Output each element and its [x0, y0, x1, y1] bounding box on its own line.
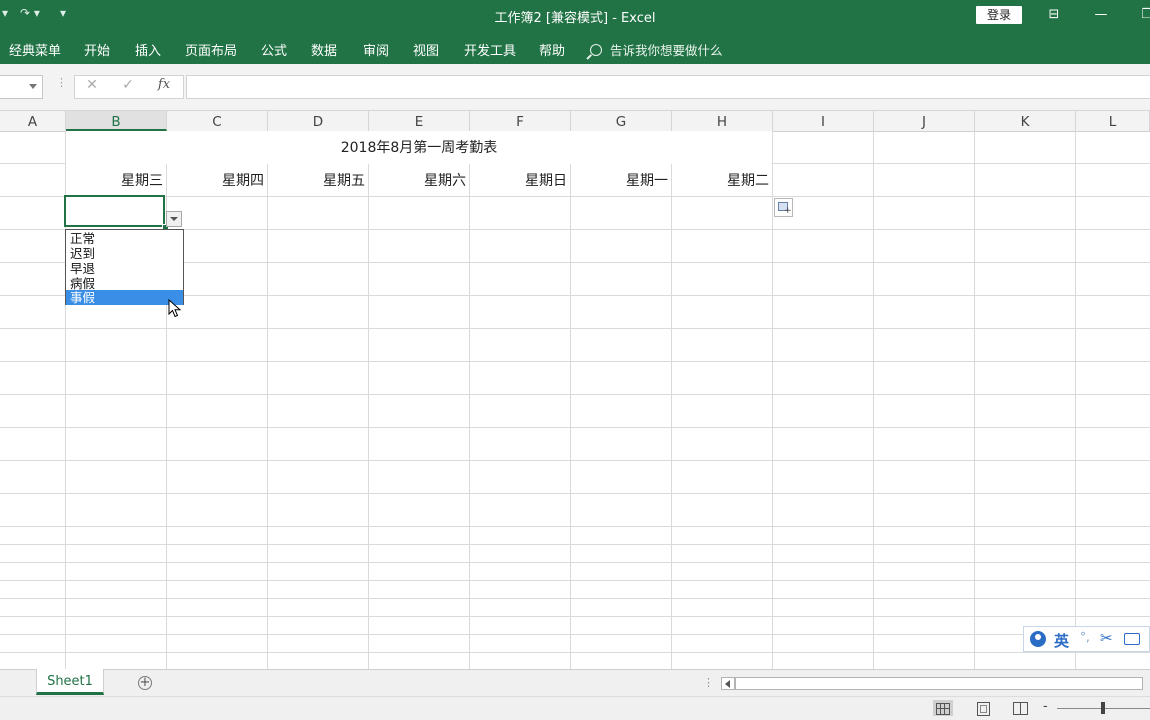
zoom-slider-thumb[interactable]	[1101, 702, 1105, 714]
normal-view-icon[interactable]	[933, 700, 953, 716]
name-box-dropdown-icon[interactable]	[29, 84, 37, 89]
day-cell[interactable]: 星期三	[66, 164, 166, 196]
day-cell[interactable]: 星期五	[268, 164, 368, 196]
day-cell[interactable]: 星期二	[672, 164, 772, 196]
column-header-j[interactable]: J	[874, 111, 975, 131]
ribbon-tabs: 经典菜单 开始 插入 页面布局 公式 数据 审阅 视图 开发工具 帮助 告诉我你…	[0, 32, 1150, 64]
keyboard-icon[interactable]	[1124, 633, 1140, 645]
search-icon	[590, 44, 602, 56]
minimize-icon[interactable]: —	[1086, 4, 1116, 26]
restore-icon[interactable]: ❐	[1132, 4, 1150, 26]
column-header-k[interactable]: K	[975, 111, 1076, 131]
column-header-h[interactable]: H	[672, 111, 773, 131]
dropdown-option[interactable]: 早退	[66, 261, 183, 276]
column-header-f[interactable]: F	[470, 111, 571, 131]
page-break-preview-icon[interactable]	[1010, 700, 1030, 716]
tell-me-search[interactable]: 告诉我你想要做什么	[590, 40, 723, 59]
column-header-c[interactable]: C	[167, 111, 268, 131]
insert-function-icon[interactable]: fx	[149, 77, 179, 92]
ribbon-display-options-icon[interactable]: ⊟	[1039, 4, 1069, 26]
title-bar: ▾ ↷ ▾ ▾ 工作簿2 [兼容模式] - Excel 登录 ⊟ — ❐	[0, 0, 1150, 32]
worksheet-grid[interactable]: 2018年8月第一周考勤表 星期三 星期四 星期五 星期六 星期日 星期一 星期…	[0, 131, 1150, 669]
horizontal-scrollbar[interactable]	[735, 677, 1143, 690]
validation-dropdown-button[interactable]	[166, 211, 182, 227]
cancel-icon[interactable]: ✕	[77, 77, 107, 93]
column-headers: A B C D E F G H I J K L	[0, 111, 1150, 132]
formula-bar-grip[interactable]: ⋮	[56, 77, 67, 94]
mouse-pointer-icon	[168, 299, 182, 318]
zoom-out-button[interactable]: -	[1043, 699, 1048, 714]
status-bar: -	[0, 696, 1150, 720]
dropdown-option[interactable]: 病假	[66, 276, 183, 291]
tab-help[interactable]: 帮助	[539, 40, 565, 59]
ime-punctuation-icon[interactable]: °,	[1080, 630, 1090, 644]
column-header-l[interactable]: L	[1076, 111, 1150, 131]
tab-review[interactable]: 审阅	[363, 40, 389, 59]
ime-toolbar: 英 °, ✂	[1023, 626, 1150, 652]
dropdown-option-highlighted[interactable]: 事假	[66, 290, 183, 305]
formula-buttons: ✕ ✓ fx	[74, 75, 184, 99]
column-header-i[interactable]: I	[773, 111, 874, 131]
tell-me-label: 告诉我你想要做什么	[610, 43, 723, 58]
column-header-g[interactable]: G	[571, 111, 672, 131]
dropdown-option[interactable]: 正常	[66, 231, 183, 246]
scroll-left-button[interactable]	[721, 677, 735, 690]
column-header-e[interactable]: E	[369, 111, 470, 131]
day-cell[interactable]: 星期一	[571, 164, 671, 196]
day-cell[interactable]: 星期六	[369, 164, 469, 196]
scissors-icon[interactable]: ✂	[1100, 629, 1113, 647]
tab-developer[interactable]: 开发工具	[464, 40, 516, 59]
active-cell[interactable]	[64, 195, 165, 227]
dropdown-option[interactable]: 迟到	[66, 246, 183, 261]
day-cell[interactable]: 星期日	[470, 164, 570, 196]
tab-page-layout[interactable]: 页面布局	[185, 40, 237, 59]
tab-classic-menu[interactable]: 经典菜单	[9, 40, 61, 59]
validation-dropdown-list: 正常 迟到 早退 病假 事假	[65, 229, 184, 305]
name-box[interactable]	[0, 75, 43, 99]
enter-icon[interactable]: ✓	[113, 77, 143, 93]
tab-split-handle[interactable]: ⋮	[703, 676, 714, 689]
sheet-title: 2018年8月第一周考勤表	[340, 140, 498, 156]
formula-bar-area: ⋮ ✕ ✓ fx	[0, 64, 1150, 111]
ime-user-icon[interactable]	[1030, 631, 1046, 647]
paste-options-icon[interactable]: +	[774, 198, 793, 217]
add-sheet-button[interactable]: +	[138, 676, 152, 690]
column-header-b[interactable]: B	[66, 111, 167, 131]
sheet-tab-sheet1[interactable]: Sheet1	[36, 669, 104, 695]
tab-insert[interactable]: 插入	[135, 40, 161, 59]
ime-language-toggle[interactable]: 英	[1054, 630, 1069, 651]
sheet-tab-bar: Sheet1 + ⋮	[0, 669, 1150, 697]
page-layout-view-icon[interactable]	[973, 700, 993, 716]
tab-home[interactable]: 开始	[84, 40, 110, 59]
tab-formulas[interactable]: 公式	[261, 40, 287, 59]
login-button[interactable]: 登录	[976, 6, 1022, 24]
formula-input[interactable]	[186, 75, 1150, 99]
tab-view[interactable]: 视图	[413, 40, 439, 59]
tab-data[interactable]: 数据	[311, 40, 337, 59]
day-cell[interactable]: 星期四	[167, 164, 267, 196]
column-header-d[interactable]: D	[268, 111, 369, 131]
column-header-a[interactable]: A	[0, 111, 66, 131]
